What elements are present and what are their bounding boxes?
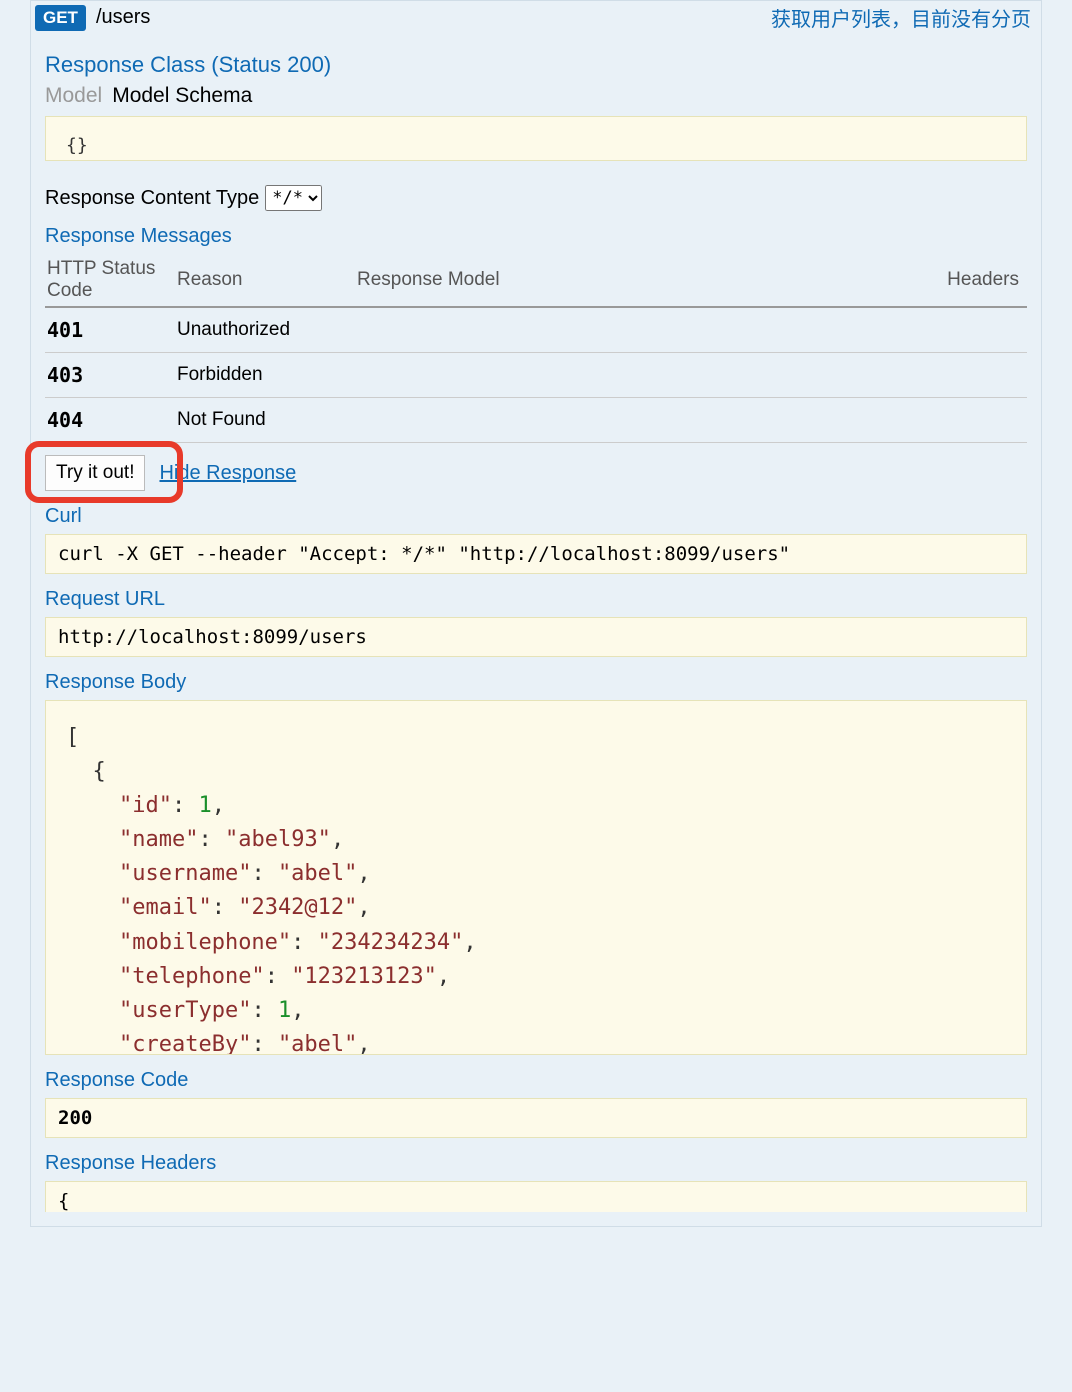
table-header-row: HTTP Status Code Reason Response Model H… xyxy=(45,254,1027,307)
headers-cell xyxy=(792,307,1027,353)
response-messages-table: HTTP Status Code Reason Response Model H… xyxy=(45,254,1027,443)
response-code-title: Response Code xyxy=(45,1069,1027,1092)
operation-header[interactable]: GET /users 获取用户列表，目前没有分页 xyxy=(31,1,1041,36)
response-code-box: 200 xyxy=(45,1098,1027,1138)
try-it-out-button[interactable]: Try it out! xyxy=(45,455,145,491)
tab-model[interactable]: Model xyxy=(45,84,112,108)
endpoint-path: /users xyxy=(96,6,150,29)
col-headers: Headers xyxy=(792,254,1027,307)
http-method-badge: GET xyxy=(35,5,86,31)
reason-cell: Not Found xyxy=(175,398,355,443)
request-url-title: Request URL xyxy=(45,588,1027,611)
col-reason: Reason xyxy=(175,254,355,307)
table-row: 401Unauthorized xyxy=(45,307,1027,353)
response-content-type-select[interactable]: */* xyxy=(265,185,322,211)
operation-content: Response Class (Status 200) Model Model … xyxy=(31,36,1041,1226)
response-class-title: Response Class (Status 200) xyxy=(45,52,1027,78)
reason-cell: Forbidden xyxy=(175,353,355,398)
curl-command-box: curl -X GET --header "Accept: */*" "http… xyxy=(45,534,1027,574)
headers-cell xyxy=(792,398,1027,443)
response-messages-title: Response Messages xyxy=(45,225,1027,248)
schema-tabs: Model Model Schema xyxy=(45,84,1027,108)
try-action-row: Try it out! Hide Response xyxy=(45,455,1027,491)
operation-summary: 获取用户列表，目前没有分页 xyxy=(771,3,1037,32)
headers-cell xyxy=(792,353,1027,398)
response-content-type-label: Response Content Type xyxy=(45,187,259,210)
request-url-box: http://localhost:8099/users xyxy=(45,617,1027,657)
table-row: 403Forbidden xyxy=(45,353,1027,398)
col-response-model: Response Model xyxy=(355,254,792,307)
response-body-title: Response Body xyxy=(45,671,1027,694)
model-cell xyxy=(355,307,792,353)
model-schema-box[interactable]: {} xyxy=(45,116,1027,161)
curl-title: Curl xyxy=(45,505,1027,528)
response-headers-box: { xyxy=(45,1181,1027,1212)
status-code-cell: 401 xyxy=(45,307,175,353)
model-cell xyxy=(355,353,792,398)
status-code-cell: 403 xyxy=(45,353,175,398)
response-headers-title: Response Headers xyxy=(45,1152,1027,1175)
response-content-type-row: Response Content Type */* xyxy=(45,185,1027,211)
api-operation-panel: GET /users 获取用户列表，目前没有分页 Response Class … xyxy=(30,0,1042,1227)
hide-response-link[interactable]: Hide Response xyxy=(159,462,296,485)
tab-model-schema[interactable]: Model Schema xyxy=(112,84,262,108)
status-code-cell: 404 xyxy=(45,398,175,443)
model-cell xyxy=(355,398,792,443)
table-row: 404Not Found xyxy=(45,398,1027,443)
reason-cell: Unauthorized xyxy=(175,307,355,353)
col-http-status: HTTP Status Code xyxy=(45,254,175,307)
response-body-box: [ { "id": 1, "name": "abel93", "username… xyxy=(45,700,1027,1055)
